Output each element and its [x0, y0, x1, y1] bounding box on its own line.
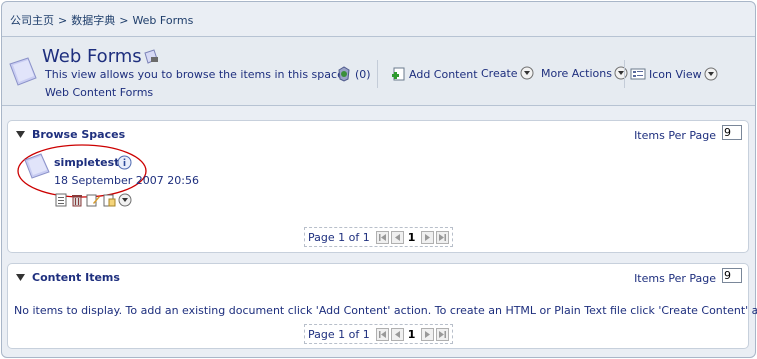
current-page: 1 [407, 230, 416, 244]
view-mode-menu[interactable]: Icon View [630, 66, 718, 82]
space-date: 18 September 2007 20:56 [54, 174, 199, 187]
panel-title: Browse Spaces [32, 128, 126, 141]
add-content-button[interactable]: Add Content [391, 66, 478, 82]
chevron-down-icon [614, 66, 628, 80]
delete-icon[interactable] [70, 193, 84, 207]
breadcrumb-web-forms[interactable]: Web Forms [132, 14, 193, 27]
breadcrumb-separator: > [119, 14, 129, 27]
items-per-page-input[interactable] [722, 268, 742, 283]
space-name-link[interactable]: simpletest [54, 156, 119, 169]
icon-view-icon [630, 68, 646, 80]
items-per-page-label: Items Per Page [634, 272, 716, 285]
panel-title: Content Items [32, 271, 120, 284]
toolbar-divider [624, 60, 625, 88]
discussion-toolbar-item[interactable]: (0) [336, 66, 371, 82]
first-page-icon[interactable] [375, 230, 389, 244]
first-page-icon[interactable] [375, 327, 389, 341]
last-page-icon[interactable] [436, 327, 450, 341]
space-description: This view allows you to browse the items… [45, 68, 348, 81]
more-actions-label: More Actions [541, 66, 612, 80]
space-icon [9, 57, 37, 86]
toolbar-divider [377, 60, 378, 88]
previous-page-icon[interactable] [390, 230, 404, 244]
breadcrumb: 公司主页 > 数据字典 > Web Forms [10, 12, 193, 28]
chevron-down-icon [520, 66, 534, 80]
items-per-page-input[interactable] [722, 125, 742, 140]
last-page-icon[interactable] [436, 230, 450, 244]
previous-page-icon[interactable] [390, 327, 404, 341]
icon-view-label: Icon View [649, 67, 702, 81]
edit-details-icon[interactable] [142, 48, 160, 66]
create-label: Create [481, 66, 518, 80]
collapse-triangle-icon[interactable] [16, 130, 25, 139]
content-items-panel: Content Items Items Per Page No items to… [7, 263, 757, 349]
collapse-triangle-icon[interactable] [16, 273, 25, 282]
space-icon[interactable] [22, 151, 52, 181]
space-subtitle: Web Content Forms [45, 86, 154, 99]
chevron-down-icon [704, 67, 718, 81]
more-actions-chevron-icon[interactable] [118, 193, 132, 207]
more-actions-menu[interactable]: More Actions [541, 66, 628, 80]
info-icon[interactable] [117, 155, 132, 170]
pager-label: Page 1 of 1 [308, 230, 370, 244]
create-menu[interactable]: Create [481, 66, 534, 80]
pager: Page 1 of 1 1 [304, 227, 454, 247]
discussion-count: (0) [355, 67, 371, 81]
pager-label: Page 1 of 1 [308, 327, 370, 341]
current-page: 1 [407, 327, 416, 341]
next-page-icon[interactable] [421, 327, 435, 341]
breadcrumb-separator: > [58, 14, 68, 27]
discussion-icon [338, 66, 350, 82]
space-actions [54, 193, 132, 207]
add-content-label: Add Content [409, 67, 478, 81]
pager: Page 1 of 1 1 [304, 324, 454, 344]
breadcrumb-data-dictionary[interactable]: 数据字典 [71, 14, 115, 27]
edit-icon[interactable] [86, 193, 100, 207]
breadcrumb-home[interactable]: 公司主页 [10, 14, 54, 27]
browse-spaces-panel: Browse Spaces Items Per Page simpletest … [7, 120, 749, 253]
details-icon[interactable] [54, 193, 68, 207]
page-title: Web Forms [42, 46, 142, 67]
next-page-icon[interactable] [421, 230, 435, 244]
empty-message: No items to display. To add an existing … [14, 304, 757, 317]
items-per-page-label: Items Per Page [634, 129, 716, 142]
paste-icon[interactable] [102, 193, 116, 207]
add-content-icon [392, 67, 405, 81]
